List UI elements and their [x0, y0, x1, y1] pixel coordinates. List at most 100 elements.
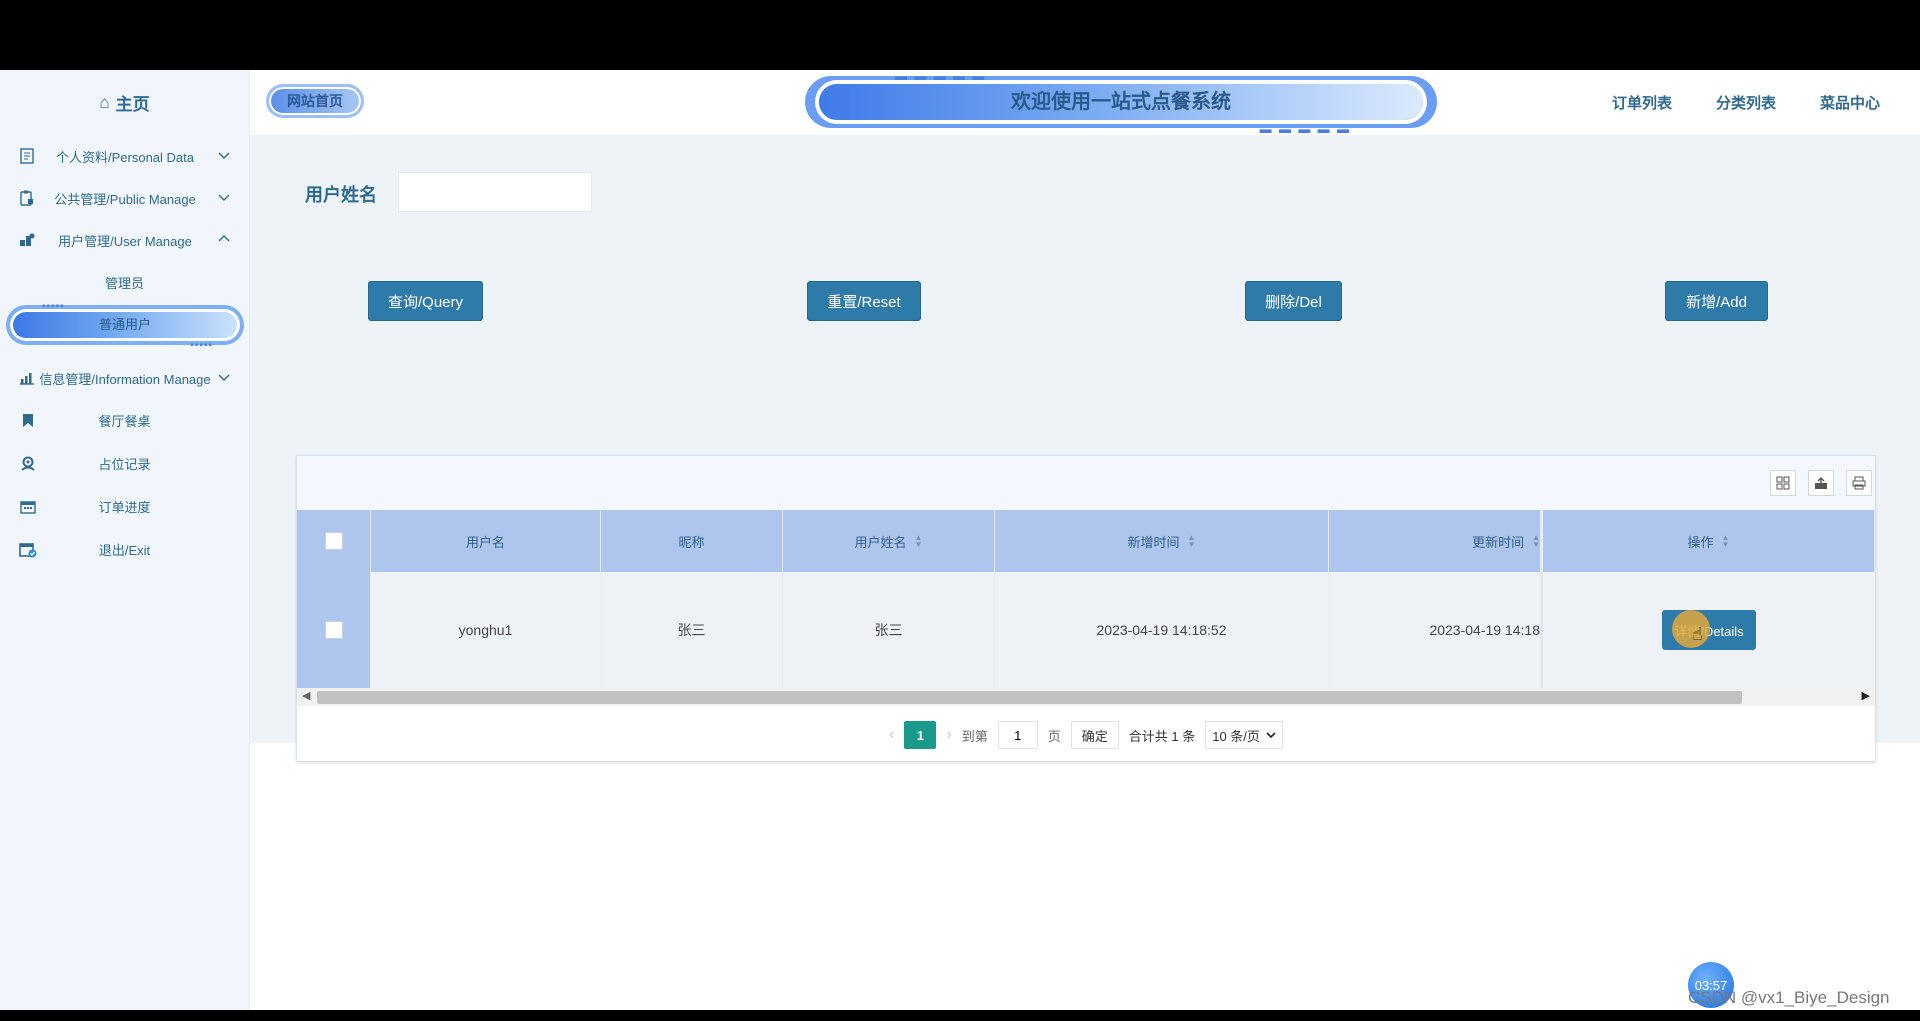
search-label: 用户姓名: [305, 185, 377, 205]
column-header-label: 用户姓名: [854, 534, 907, 550]
sidebar-item-label: 餐厅餐桌: [98, 414, 151, 429]
home-icon: ⌂: [99, 92, 110, 112]
sidebar-item-order-progress[interactable]: 订单进度: [0, 485, 249, 528]
goto-page-input[interactable]: [997, 721, 1038, 749]
site-home-link[interactable]: 网站首页: [266, 84, 364, 118]
row-checkbox-cell: [297, 572, 371, 688]
sidebar-subitem-normal-user[interactable]: ▪▪▪▪▪ ▪▪▪▪▪ 普通用户: [6, 301, 244, 351]
cell-created: 2023-04-19 14:18:52: [995, 572, 1329, 688]
cell-updated: 2023-04-19 14:18: [1329, 572, 1541, 688]
column-header[interactable]: 用户姓名 ▲ ▼: [783, 510, 995, 572]
main-content: 用户姓名 查询/Query 重置/Reset 删除/Del 新增/Add 用户名…: [250, 135, 1920, 762]
horizontal-scrollbar[interactable]: ◀ ▶: [297, 688, 1875, 706]
column-header-label: 昵称: [678, 534, 705, 550]
sidebar-group-user-manage[interactable]: 用户管理/User Manage: [0, 219, 249, 261]
column-header[interactable]: 操作 ▲ ▼: [1541, 510, 1875, 572]
nav-order-list[interactable]: 订单列表: [1612, 92, 1672, 113]
scrollbar-thumb[interactable]: [317, 691, 1742, 704]
total-count: 合计共 1 条: [1128, 728, 1196, 744]
chevron-up-icon: [218, 235, 230, 242]
sidebar-item-label: 退出/Exit: [98, 543, 151, 558]
table-toolbar: [297, 456, 1875, 510]
sort-icon[interactable]: ▲ ▼: [915, 534, 923, 549]
calendar-icon: [19, 498, 37, 516]
next-page-icon[interactable]: ›: [946, 726, 951, 744]
hand-cursor-icon: ☝: [1692, 624, 1703, 644]
sort-icon[interactable]: ▲ ▼: [1722, 534, 1730, 549]
chevron-down-icon: [218, 194, 230, 201]
table-header-row: 用户名 昵称 用户姓名 ▲ ▼ 新增时间 ▲ ▼ 更新时间 ▲ ▼ 操作 ▲ ▼: [297, 510, 1875, 572]
nav-dish-center[interactable]: 菜品中心: [1820, 92, 1880, 113]
column-header-label: 操作: [1687, 534, 1714, 550]
column-header[interactable]: 用户名: [371, 510, 601, 572]
bottom-black-bar: [0, 1010, 1920, 1021]
bookmark-icon: [19, 412, 37, 430]
user-badge-icon: [19, 455, 37, 473]
column-header[interactable]: 更新时间 ▲ ▼: [1329, 510, 1541, 572]
column-header[interactable]: 昵称: [601, 510, 783, 572]
query-button[interactable]: 查询/Query: [368, 281, 483, 321]
header: 网站首页 ▬ ▬ ▬ ▬ ▬ ▬ ▬ ▬ ▬ ▬ 欢迎使用一站式点餐系统 订单列…: [250, 70, 1920, 136]
sidebar-subitem-label: 普通用户: [98, 317, 151, 332]
pagination: ‹ 1 › 到第 页 确定 合计共 1 条 10 条/页: [297, 711, 1875, 759]
details-button[interactable]: 详情/Details ☝: [1662, 610, 1756, 650]
goto-prefix: 到第: [961, 728, 988, 744]
cell-nickname: 张三: [601, 572, 783, 688]
app-window: ⌂ 主页 个人资料/Personal Data 公共管理/Public Mana…: [0, 70, 1920, 1010]
sidebar-group-personal-data[interactable]: 个人资料/Personal Data: [0, 135, 249, 177]
sidebar-group-public-manage[interactable]: 公共管理/Public Manage: [0, 177, 249, 219]
cell-realname: 张三: [783, 572, 995, 688]
chevron-down-icon: [1266, 732, 1276, 739]
column-header-label: 新增时间: [1127, 534, 1180, 550]
delete-button[interactable]: 删除/Del: [1245, 281, 1342, 321]
reset-button[interactable]: 重置/Reset: [807, 281, 921, 321]
scroll-left-icon[interactable]: ◀: [302, 689, 310, 702]
sidebar-group-information-manage[interactable]: 信息管理/Information Manage: [0, 357, 249, 399]
top-nav: 订单列表 分类列表 菜品中心: [1612, 70, 1880, 135]
column-header-label: 用户名: [465, 534, 505, 550]
scroll-right-icon[interactable]: ▶: [1862, 689, 1870, 702]
chevron-down-icon: [218, 152, 230, 159]
sort-icon[interactable]: ▲ ▼: [1532, 534, 1540, 549]
page-size-select[interactable]: 10 条/页: [1205, 721, 1283, 749]
top-black-bar: [0, 0, 1920, 70]
prev-page-icon[interactable]: ‹: [889, 726, 894, 744]
add-button[interactable]: 新增/Add: [1665, 281, 1768, 321]
chevron-down-icon: [218, 374, 230, 381]
sidebar-item-tables[interactable]: 餐厅餐桌: [0, 399, 249, 442]
welcome-title: 欢迎使用一站式点餐系统: [1011, 91, 1231, 113]
page-size-value: 10 条/页: [1212, 728, 1260, 744]
sidebar-item-reservations[interactable]: 占位记录: [0, 442, 249, 485]
export-icon[interactable]: [1808, 470, 1834, 496]
columns-icon[interactable]: [1770, 470, 1796, 496]
sidebar-subitem-admin[interactable]: 管理员: [0, 261, 249, 303]
sidebar-item-exit[interactable]: 退出/Exit: [0, 528, 249, 571]
welcome-banner: ▬ ▬ ▬ ▬ ▬ ▬ ▬ ▬ ▬ ▬ 欢迎使用一站式点餐系统: [805, 70, 1437, 136]
calendar-check-icon: [19, 541, 37, 559]
nav-category-list[interactable]: 分类列表: [1716, 92, 1776, 113]
search-input[interactable]: [398, 172, 592, 212]
cell-actions: 详情/Details ☝: [1541, 572, 1875, 688]
print-icon[interactable]: [1846, 470, 1872, 496]
select-all-checkbox[interactable]: [324, 532, 343, 550]
header-checkbox-cell: [297, 510, 371, 572]
sidebar-item-label: 占位记录: [98, 457, 151, 472]
sidebar-group-label: 个人资料/Personal Data: [56, 149, 194, 165]
sidebar-group-label: 信息管理/Information Manage: [39, 371, 211, 387]
sidebar-home[interactable]: ⌂ 主页: [0, 70, 249, 135]
sidebar-group-label: 公共管理/Public Manage: [54, 191, 196, 207]
cell-username: yonghu1: [371, 572, 601, 688]
watermark: CSDN @vx1_Biye_Design: [1688, 988, 1890, 1007]
table-row[interactable]: yonghu1 张三 张三 2023-04-19 14:18:52 2023-0…: [297, 572, 1875, 688]
goto-confirm-button[interactable]: 确定: [1070, 721, 1119, 749]
sort-icon[interactable]: ▲ ▼: [1188, 534, 1196, 549]
sidebar-item-label: 订单进度: [98, 500, 151, 515]
sidebar-home-label: 主页: [115, 95, 150, 114]
data-table: 用户名 昵称 用户姓名 ▲ ▼ 新增时间 ▲ ▼ 更新时间 ▲ ▼ 操作 ▲ ▼ yonghu1…: [296, 455, 1876, 762]
column-header[interactable]: 新增时间 ▲ ▼: [995, 510, 1329, 572]
page-current[interactable]: 1: [904, 721, 937, 749]
sidebar: ⌂ 主页 个人资料/Personal Data 公共管理/Public Mana…: [0, 70, 250, 1010]
sidebar-subitem-label: 管理员: [104, 275, 144, 291]
row-checkbox[interactable]: [324, 621, 343, 639]
column-header-label: 更新时间: [1472, 534, 1525, 550]
